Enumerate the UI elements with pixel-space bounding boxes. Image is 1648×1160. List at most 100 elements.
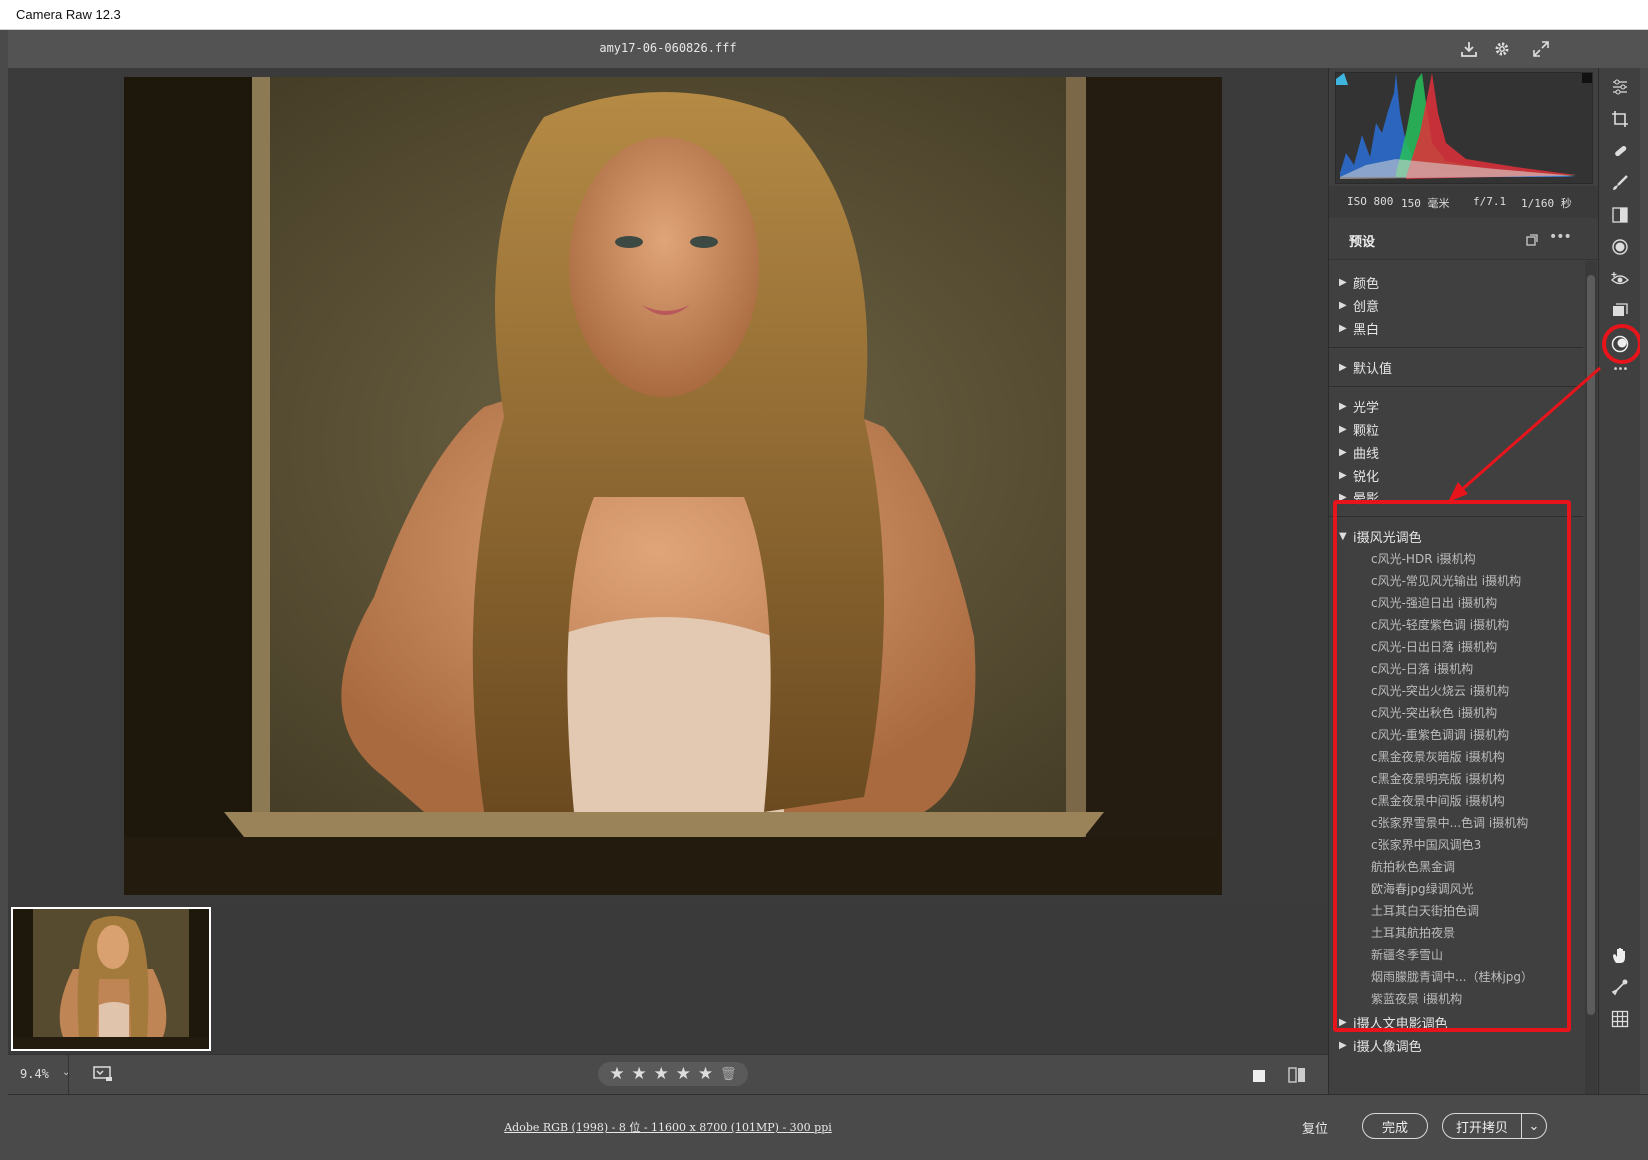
trash-icon[interactable]: 🗑 bbox=[720, 1067, 737, 1082]
preset-item[interactable]: 欧海春jpg绿调风光 bbox=[1371, 880, 1474, 897]
preset-group[interactable]: ▶ 颜色 bbox=[1339, 273, 1379, 292]
title-bar: Camera Raw 12.3 bbox=[0, 0, 1648, 30]
expand-triangle-icon: ▶ bbox=[1339, 1040, 1347, 1051]
scrollbar-thumb[interactable] bbox=[1587, 275, 1595, 1015]
preset-group-label: 锐化 bbox=[1353, 470, 1380, 485]
preset-group-label: i摄人文电影调色 bbox=[1353, 1017, 1448, 1032]
reset-button[interactable]: 复位 bbox=[1302, 1118, 1328, 1137]
preset-group[interactable]: ▶ 黑白 bbox=[1339, 319, 1379, 338]
preset-item[interactable]: c风光-常见风光输出 i摄机构 bbox=[1371, 572, 1521, 589]
preset-group-label: 光学 bbox=[1353, 401, 1380, 416]
workflow-options-link[interactable]: Adobe RGB (1998) - 8 位 - 11600 x 8700 (1… bbox=[8, 1119, 1328, 1135]
crop-icon[interactable] bbox=[1609, 108, 1631, 130]
healing-brush-icon[interactable] bbox=[1609, 140, 1631, 162]
rating-star[interactable]: ★ bbox=[654, 1064, 669, 1084]
rating-star[interactable]: ★ bbox=[698, 1064, 713, 1084]
divider bbox=[68, 1055, 69, 1095]
red-eye-icon[interactable] bbox=[1609, 268, 1631, 290]
preset-item[interactable]: c风光-轻度紫色调 i摄机构 bbox=[1371, 616, 1509, 633]
expand-triangle-icon: ▶ bbox=[1339, 424, 1347, 435]
graduated-filter-icon[interactable] bbox=[1609, 204, 1631, 226]
radial-filter-icon[interactable] bbox=[1609, 236, 1631, 258]
preset-group[interactable]: ▶ i摄人文电影调色 bbox=[1339, 1013, 1448, 1032]
preset-group[interactable]: ▶ 颗粒 bbox=[1339, 420, 1379, 439]
preset-item[interactable]: c张家界中国风调色3 bbox=[1371, 836, 1481, 853]
filmstrip-thumbnail[interactable] bbox=[11, 907, 211, 1051]
color-sampler-icon[interactable] bbox=[1609, 976, 1631, 998]
shutter-speed: 1/160 秒 bbox=[1521, 197, 1572, 210]
zoom-level[interactable]: 9.4% bbox=[20, 1067, 49, 1081]
right-edge bbox=[1640, 68, 1648, 1094]
preset-item[interactable]: c黑金夜景明亮版 i摄机构 bbox=[1371, 770, 1505, 787]
rating-star[interactable]: ★ bbox=[632, 1064, 647, 1084]
rating-star[interactable]: ★ bbox=[609, 1064, 624, 1084]
preset-item[interactable]: 土耳其航拍夜景 bbox=[1371, 924, 1455, 941]
preset-item[interactable]: c风光-重紫色调调 i摄机构 bbox=[1371, 726, 1509, 743]
preset-scrollbar[interactable] bbox=[1585, 261, 1597, 1094]
preset-group[interactable]: ▶ 默认值 bbox=[1339, 358, 1392, 377]
snapshots-icon[interactable] bbox=[1609, 300, 1631, 322]
preset-item[interactable]: c风光-日出日落 i摄机构 bbox=[1371, 638, 1497, 655]
preset-item[interactable]: c张家界雪景中...色调 i摄机构 bbox=[1371, 814, 1528, 831]
settings-gear-icon[interactable] bbox=[1491, 38, 1513, 60]
preset-item[interactable]: c风光-强迫日出 i摄机构 bbox=[1371, 594, 1497, 611]
filmstrip-options-icon[interactable] bbox=[93, 1066, 113, 1082]
open-options-dropdown[interactable]: ⌄ bbox=[1521, 1113, 1547, 1139]
preset-item[interactable]: 土耳其白天街拍色调 bbox=[1371, 902, 1479, 919]
rating-star[interactable]: ★ bbox=[676, 1064, 691, 1084]
expand-triangle-icon: ▶ bbox=[1339, 470, 1347, 481]
star-rating[interactable]: ★ ★ ★ ★ ★ 🗑 bbox=[598, 1062, 748, 1086]
hand-tool-icon[interactable] bbox=[1609, 944, 1631, 966]
more-options-icon[interactable]: ••• bbox=[1549, 229, 1572, 245]
preset-group[interactable]: ▶ 曲线 bbox=[1339, 443, 1379, 462]
camera-info: ISO 800 150 毫米 f/7.1 1/160 秒 bbox=[1329, 186, 1599, 218]
preset-item[interactable]: 航拍秋色黑金调 bbox=[1371, 858, 1455, 875]
divider bbox=[1329, 347, 1583, 348]
preset-group-expanded[interactable]: ▼ i摄风光调色 bbox=[1339, 527, 1422, 546]
presets-icon[interactable] bbox=[1609, 333, 1631, 355]
right-panel: ISO 800 150 毫米 f/7.1 1/160 秒 预设 ••• ▶ 颜色 … bbox=[1328, 68, 1599, 1094]
preset-group[interactable]: ▶ 锐化 bbox=[1339, 466, 1379, 485]
histogram bbox=[1335, 72, 1593, 184]
divider bbox=[1329, 516, 1583, 517]
preset-item[interactable]: c黑金夜景中间版 i摄机构 bbox=[1371, 792, 1505, 809]
preset-item[interactable]: c风光-日落 i摄机构 bbox=[1371, 660, 1473, 677]
preset-group-label: 曲线 bbox=[1353, 447, 1380, 462]
expand-triangle-icon: ▶ bbox=[1339, 1017, 1347, 1028]
preset-item[interactable]: 新疆冬季雪山 bbox=[1371, 946, 1443, 963]
preview-photo[interactable] bbox=[124, 77, 1222, 895]
save-image-icon[interactable] bbox=[1458, 38, 1480, 60]
expand-triangle-icon: ▶ bbox=[1339, 492, 1347, 503]
preset-group-label: 颗粒 bbox=[1353, 424, 1380, 439]
more-tools-icon[interactable]: ••• bbox=[1609, 364, 1631, 375]
focal-length: 150 毫米 bbox=[1401, 197, 1450, 210]
new-preset-icon[interactable] bbox=[1525, 232, 1539, 246]
zoom-dropdown-icon[interactable]: ⌄ bbox=[62, 1067, 70, 1078]
done-label: 完成 bbox=[1381, 1120, 1408, 1136]
preset-item[interactable]: 烟雨朦胧青调中...（桂林jpg） bbox=[1371, 968, 1533, 985]
preset-item[interactable]: c风光-突出火烧云 i摄机构 bbox=[1371, 682, 1509, 699]
preset-item[interactable]: c黑金夜景灰暗版 i摄机构 bbox=[1371, 748, 1505, 765]
expand-triangle-icon: ▶ bbox=[1339, 362, 1347, 373]
divider bbox=[1329, 386, 1583, 387]
preset-item[interactable]: c风光-突出秋色 i摄机构 bbox=[1371, 704, 1497, 721]
filmstrip bbox=[8, 904, 1328, 1054]
preset-group[interactable]: ▶ 晕影 bbox=[1339, 488, 1379, 507]
preset-item[interactable]: 紫蓝夜景 i摄机构 bbox=[1371, 990, 1462, 1007]
before-after-view-icon[interactable] bbox=[1288, 1066, 1306, 1084]
preset-group[interactable]: ▶ i摄人像调色 bbox=[1339, 1036, 1422, 1055]
single-view-icon[interactable] bbox=[1252, 1068, 1266, 1082]
preset-item[interactable]: c风光-HDR i摄机构 bbox=[1371, 550, 1476, 567]
done-button[interactable]: 完成 bbox=[1362, 1113, 1428, 1139]
fullscreen-icon[interactable] bbox=[1530, 38, 1552, 60]
preset-group-label: 颜色 bbox=[1353, 277, 1380, 292]
edit-sliders-icon[interactable] bbox=[1609, 76, 1631, 98]
adjustment-brush-icon[interactable] bbox=[1609, 172, 1631, 194]
chevron-down-icon: ⌄ bbox=[1528, 1118, 1540, 1134]
preset-list: ▶ 颜色 ▶ 创意 ▶ 黑白 ▶ 默认值 ▶ 光学 ▶ 颗粒 ▶ 曲线 ▶ 锐化 ▶ 晕影 ▼ i摄… bbox=[1329, 261, 1583, 1094]
open-copy-button[interactable]: 打开拷贝 bbox=[1442, 1113, 1522, 1139]
preset-group[interactable]: ▶ 光学 bbox=[1339, 397, 1379, 416]
grid-overlay-icon[interactable] bbox=[1609, 1008, 1631, 1030]
preset-group[interactable]: ▶ 创意 bbox=[1339, 296, 1379, 315]
image-preview-area[interactable] bbox=[8, 68, 1328, 904]
